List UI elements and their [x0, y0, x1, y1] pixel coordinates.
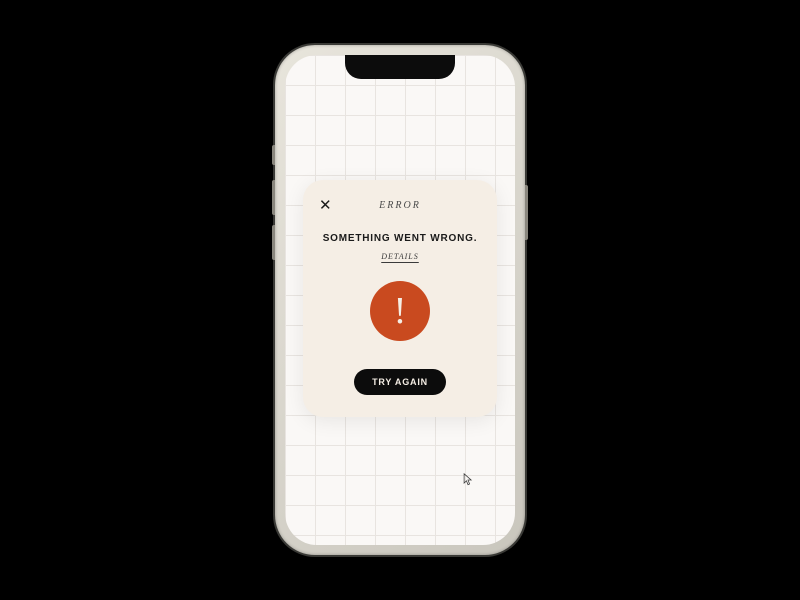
- try-again-button[interactable]: TRY AGAIN: [354, 369, 446, 395]
- phone-screen: ✕ ERROR SOMETHING WENT WRONG. DETAILS ! …: [285, 55, 515, 545]
- details-link[interactable]: DETAILS: [319, 252, 481, 261]
- phone-notch: [345, 55, 455, 79]
- modal-header: ✕ ERROR: [319, 198, 481, 213]
- power-button: [525, 185, 528, 240]
- error-modal: ✕ ERROR SOMETHING WENT WRONG. DETAILS ! …: [303, 180, 497, 417]
- modal-title: ERROR: [379, 200, 421, 211]
- phone-frame: ✕ ERROR SOMETHING WENT WRONG. DETAILS ! …: [275, 45, 525, 555]
- volume-down-button: [272, 225, 275, 260]
- cursor-icon: [463, 473, 473, 487]
- close-icon[interactable]: ✕: [319, 198, 332, 213]
- alert-icon: !: [370, 281, 430, 341]
- error-message: SOMETHING WENT WRONG.: [319, 233, 481, 244]
- exclamation-icon: !: [394, 292, 407, 330]
- volume-up-button: [272, 180, 275, 215]
- mute-switch: [272, 145, 275, 165]
